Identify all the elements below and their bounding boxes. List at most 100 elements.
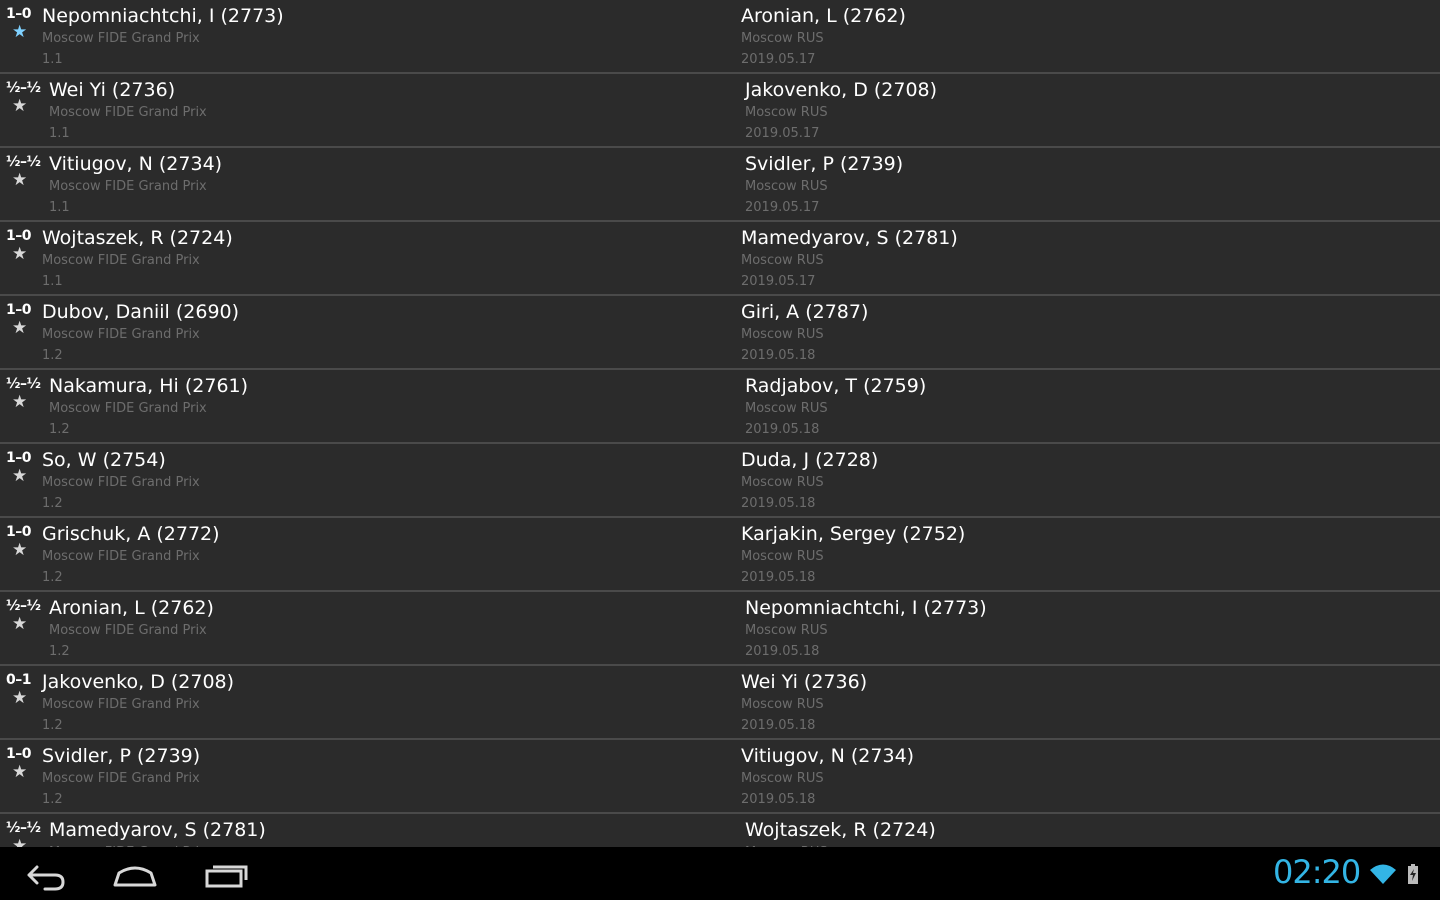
event-name: Moscow FIDE Grand Prix <box>42 253 200 268</box>
star-icon[interactable]: ★ <box>12 24 27 41</box>
site-name: Moscow RUS <box>741 475 824 490</box>
white-player-info: Mamedyarov, S (2781) Moscow FIDE Grand P… <box>49 818 266 847</box>
game-date: 2019.05.18 <box>745 644 820 659</box>
game-date: 2019.05.17 <box>745 126 820 141</box>
black-player-name: Wojtaszek, R (2724) <box>745 819 936 841</box>
star-icon[interactable]: ★ <box>12 764 27 781</box>
star-icon[interactable]: ★ <box>12 320 27 337</box>
result-label: 1–0 <box>6 746 31 762</box>
game-list[interactable]: 1–0 ★ Nepomniachtchi, I (2773) Moscow FI… <box>0 0 1440 847</box>
result-label: 1–0 <box>6 302 31 318</box>
site-name: Moscow RUS <box>745 401 828 416</box>
game-row[interactable]: ½–½ ★ Vitiugov, N (2734) Moscow FIDE Gra… <box>0 148 1440 222</box>
site-name: Moscow RUS <box>745 105 828 120</box>
white-player-info: Wojtaszek, R (2724) Moscow FIDE Grand Pr… <box>42 226 233 292</box>
star-icon[interactable]: ★ <box>12 98 27 115</box>
white-player-name: Vitiugov, N (2734) <box>49 153 223 175</box>
white-player-name: Wei Yi (2736) <box>49 79 176 101</box>
game-date: 2019.05.17 <box>741 274 816 289</box>
white-player-info: Jakovenko, D (2708) Moscow FIDE Grand Pr… <box>42 670 234 736</box>
home-icon <box>113 866 157 887</box>
round-number: 1.1 <box>49 126 70 141</box>
star-icon[interactable]: ★ <box>12 616 27 633</box>
round-number: 1.1 <box>49 200 70 215</box>
white-player-name: Aronian, L (2762) <box>49 597 214 619</box>
game-row[interactable]: ½–½ ★ Nakamura, Hi (2761) Moscow FIDE Gr… <box>0 370 1440 444</box>
game-row[interactable]: 1–0 ★ Wojtaszek, R (2724) Moscow FIDE Gr… <box>0 222 1440 296</box>
game-date: 2019.05.18 <box>745 422 820 437</box>
white-player-info: Wei Yi (2736) Moscow FIDE Grand Prix 1.1 <box>49 78 207 144</box>
round-number: 1.1 <box>42 52 63 67</box>
white-player-name: Dubov, Daniil (2690) <box>42 301 240 323</box>
black-player-name: Aronian, L (2762) <box>741 5 906 27</box>
black-player-name: Giri, A (2787) <box>741 301 869 323</box>
game-row[interactable]: 1–0 ★ Nepomniachtchi, I (2773) Moscow FI… <box>0 0 1440 74</box>
round-number: 1.2 <box>49 644 70 659</box>
white-player-name: Mamedyarov, S (2781) <box>49 819 266 841</box>
black-player-name: Svidler, P (2739) <box>745 153 904 175</box>
black-player-info: Radjabov, T (2759) Moscow RUS 2019.05.18 <box>745 374 926 440</box>
star-icon[interactable]: ★ <box>12 838 27 848</box>
battery-charging-icon <box>1408 864 1418 884</box>
star-icon[interactable]: ★ <box>12 468 27 485</box>
star-icon[interactable]: ★ <box>12 394 27 411</box>
status-clock: 02:20 <box>1273 853 1361 891</box>
game-row[interactable]: 1–0 ★ So, W (2754) Moscow FIDE Grand Pri… <box>0 444 1440 518</box>
black-player-info: Vitiugov, N (2734) Moscow RUS 2019.05.18 <box>741 744 914 810</box>
result-label: ½–½ <box>6 376 41 392</box>
event-name: Moscow FIDE Grand Prix <box>42 697 200 712</box>
black-player-name: Wei Yi (2736) <box>741 671 868 693</box>
black-player-name: Vitiugov, N (2734) <box>741 745 915 767</box>
game-row[interactable]: ½–½ ★ Wei Yi (2736) Moscow FIDE Grand Pr… <box>0 74 1440 148</box>
round-number: 1.2 <box>42 718 63 733</box>
game-row[interactable]: 0–1 ★ Jakovenko, D (2708) Moscow FIDE Gr… <box>0 666 1440 740</box>
white-player-name: Jakovenko, D (2708) <box>42 671 235 693</box>
event-name: Moscow FIDE Grand Prix <box>49 105 207 120</box>
recent-apps-button[interactable] <box>196 855 256 893</box>
game-row[interactable]: 1–0 ★ Dubov, Daniil (2690) Moscow FIDE G… <box>0 296 1440 370</box>
game-row[interactable]: ½–½ ★ Mamedyarov, S (2781) Moscow FIDE G… <box>0 814 1440 847</box>
game-row[interactable]: 1–0 ★ Grischuk, A (2772) Moscow FIDE Gra… <box>0 518 1440 592</box>
black-player-info: Giri, A (2787) Moscow RUS 2019.05.18 <box>741 300 868 366</box>
navigation-bar <box>0 847 1440 900</box>
white-player-info: Grischuk, A (2772) Moscow FIDE Grand Pri… <box>42 522 220 588</box>
star-icon[interactable]: ★ <box>12 690 27 707</box>
round-number: 1.2 <box>42 570 63 585</box>
game-row[interactable]: 1–0 ★ Svidler, P (2739) Moscow FIDE Gran… <box>0 740 1440 814</box>
white-player-info: Svidler, P (2739) Moscow FIDE Grand Prix… <box>42 744 200 810</box>
site-name: Moscow RUS <box>741 327 824 342</box>
site-name: Moscow RUS <box>741 253 824 268</box>
white-player-name: Wojtaszek, R (2724) <box>42 227 233 249</box>
white-player-info: Nepomniachtchi, I (2773) Moscow FIDE Gra… <box>42 4 284 70</box>
event-name: Moscow FIDE Grand Prix <box>49 623 207 638</box>
white-player-name: Grischuk, A (2772) <box>42 523 220 545</box>
home-button[interactable] <box>105 855 165 893</box>
black-player-name: Karjakin, Sergey (2752) <box>741 523 966 545</box>
black-player-info: Wei Yi (2736) Moscow RUS 2019.05.18 <box>741 670 867 736</box>
round-number: 1.1 <box>42 274 63 289</box>
result-label: ½–½ <box>6 154 41 170</box>
game-date: 2019.05.17 <box>745 200 820 215</box>
star-icon[interactable]: ★ <box>12 246 27 263</box>
result-label: 1–0 <box>6 228 31 244</box>
event-name: Moscow FIDE Grand Prix <box>49 401 207 416</box>
game-date: 2019.05.18 <box>741 718 816 733</box>
black-player-info: Karjakin, Sergey (2752) Moscow RUS 2019.… <box>741 522 965 588</box>
white-player-info: Vitiugov, N (2734) Moscow FIDE Grand Pri… <box>49 152 222 218</box>
site-name: Moscow RUS <box>741 31 824 46</box>
black-player-name: Nepomniachtchi, I (2773) <box>745 597 987 619</box>
round-number: 1.2 <box>49 422 70 437</box>
white-player-info: So, W (2754) Moscow FIDE Grand Prix 1.2 <box>42 448 200 514</box>
game-date: 2019.05.18 <box>741 570 816 585</box>
black-player-info: Duda, J (2728) Moscow RUS 2019.05.18 <box>741 448 878 514</box>
event-name: Moscow FIDE Grand Prix <box>42 475 200 490</box>
event-name: Moscow FIDE Grand Prix <box>42 327 200 342</box>
black-player-name: Radjabov, T (2759) <box>745 375 927 397</box>
game-row[interactable]: ½–½ ★ Aronian, L (2762) Moscow FIDE Gran… <box>0 592 1440 666</box>
star-icon[interactable]: ★ <box>12 542 27 559</box>
star-icon[interactable]: ★ <box>12 172 27 189</box>
black-player-name: Duda, J (2728) <box>741 449 879 471</box>
back-button[interactable] <box>15 855 75 893</box>
site-name: Moscow RUS <box>745 623 828 638</box>
black-player-name: Mamedyarov, S (2781) <box>741 227 958 249</box>
